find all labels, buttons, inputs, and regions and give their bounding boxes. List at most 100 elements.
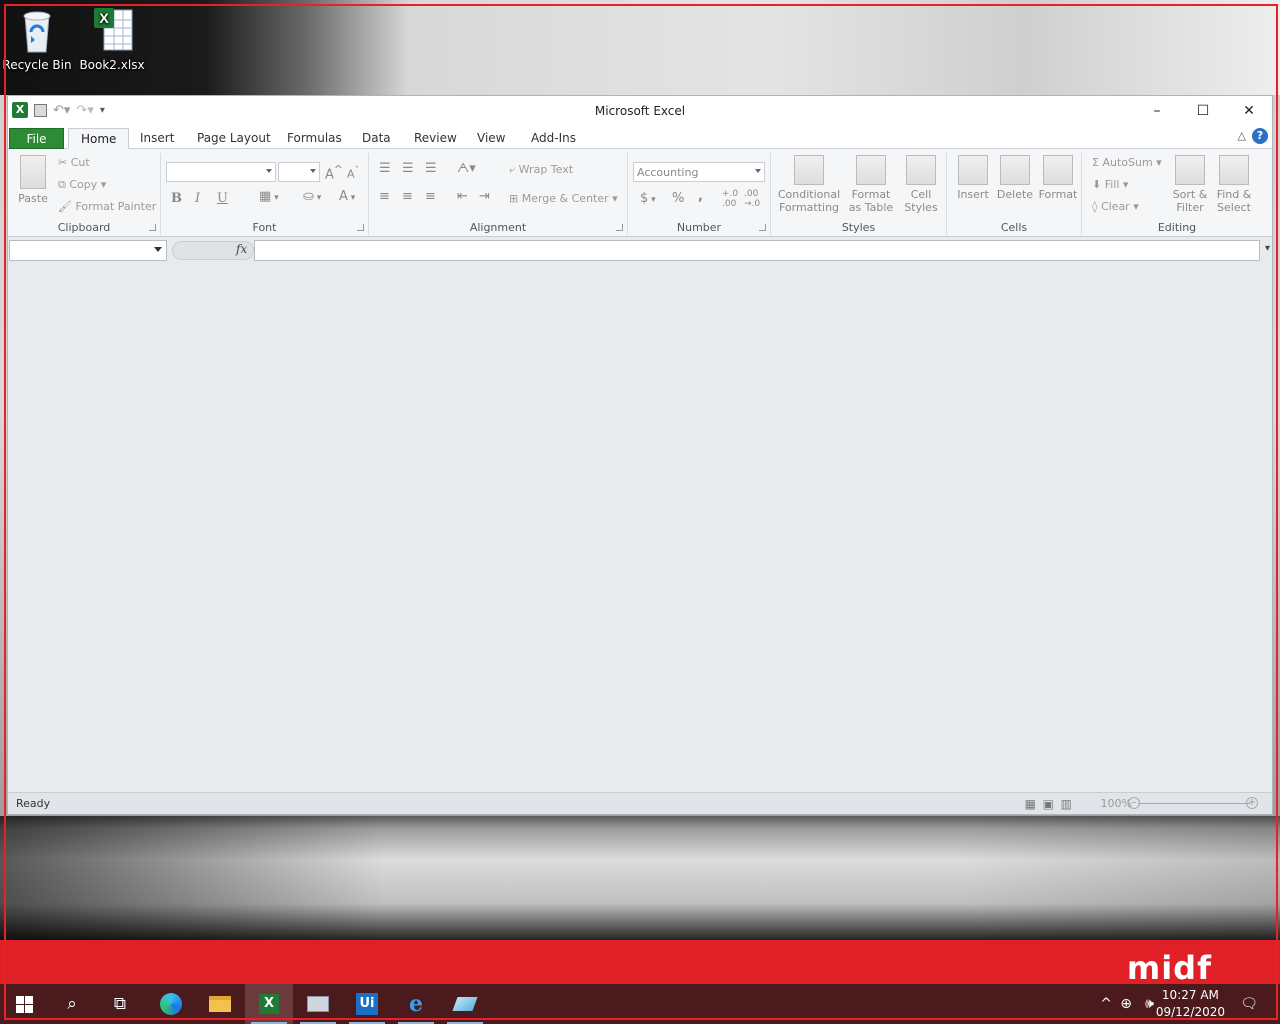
group-label: Editing: [1157, 221, 1197, 234]
taskbar-internet-explorer[interactable]: e: [392, 984, 440, 1024]
italic-button[interactable]: I: [195, 191, 200, 206]
align-left-icon[interactable]: ≡: [379, 189, 390, 204]
help-icon[interactable]: ?: [1252, 128, 1268, 144]
taskbar-uipath[interactable]: Ui: [343, 984, 391, 1024]
number-format-select[interactable]: Accounting: [633, 162, 765, 182]
grow-font-button[interactable]: A^: [325, 163, 343, 182]
format-painter-button[interactable]: 🖌 Format Painter: [58, 200, 156, 213]
format-as-table-button[interactable]: Format as Table: [845, 155, 897, 214]
tab-add-ins[interactable]: Add-Ins: [519, 128, 588, 149]
taskbar-file-explorer[interactable]: [196, 984, 244, 1024]
tab-file[interactable]: File: [9, 128, 64, 149]
align-right-icon[interactable]: ≡: [425, 189, 436, 204]
normal-view-icon[interactable]: ▦: [1025, 797, 1036, 811]
page-layout-view-icon[interactable]: ▣: [1043, 797, 1054, 811]
copy-button[interactable]: ⧉ Copy ▾: [58, 178, 106, 192]
eraser-app-icon: [452, 997, 478, 1011]
align-center-icon[interactable]: ≡: [402, 189, 413, 204]
volume-button[interactable]: 🕪: [1145, 984, 1154, 1024]
taskbar-edge[interactable]: [147, 984, 195, 1024]
find-select-button[interactable]: Find & Select: [1212, 155, 1256, 214]
orientation-icon[interactable]: ᗅ▾: [457, 161, 476, 176]
decrease-decimal-button[interactable]: .00 →.0: [744, 189, 766, 209]
fill-button[interactable]: ⬇ Fill ▾: [1092, 178, 1128, 191]
cell-styles-button[interactable]: Cell Styles: [899, 155, 943, 214]
cut-button[interactable]: ✂ Cut: [58, 156, 90, 169]
increase-indent-icon[interactable]: ⇥: [479, 189, 490, 204]
align-bottom-icon[interactable]: ☰: [425, 161, 437, 176]
paste-button[interactable]: Paste: [14, 155, 52, 205]
svg-text:X: X: [99, 10, 109, 26]
font-size-select[interactable]: [278, 162, 320, 182]
dialog-launcher-icon[interactable]: [759, 224, 766, 231]
formula-input[interactable]: [254, 240, 1260, 261]
comma-button[interactable]: ,: [698, 189, 703, 204]
maximize-button[interactable]: ☐: [1180, 96, 1226, 125]
font-name-select[interactable]: [166, 162, 276, 182]
search-button[interactable]: ⌕: [48, 984, 96, 1024]
borders-icon[interactable]: ▦ ▾: [259, 189, 279, 204]
insert-cells-icon: [958, 155, 988, 185]
delete-cells-icon: [1000, 155, 1030, 185]
tab-data[interactable]: Data: [350, 128, 403, 149]
dialog-launcher-icon[interactable]: [616, 224, 623, 231]
sort-filter-icon: [1175, 155, 1205, 185]
tab-home[interactable]: Home: [68, 128, 130, 149]
fill-color-icon[interactable]: ⛀ ▾: [303, 189, 321, 204]
alignment-group: ☰ ☰ ☰ ᗅ▾ ⤶ Wrap Text ≡ ≡ ≡ ⇤ ⇥ ⊞ Merge &…: [369, 153, 628, 235]
currency-button[interactable]: $ ▾: [640, 191, 656, 206]
zoom-in-button[interactable]: +: [1246, 797, 1258, 809]
increase-decimal-button[interactable]: +.0 .00: [722, 189, 742, 209]
format-cells-button[interactable]: Format: [1037, 155, 1079, 201]
desktop-icon-book2[interactable]: X Book2.xlsx: [77, 6, 147, 72]
sort-filter-button[interactable]: Sort & Filter: [1170, 155, 1210, 214]
wrap-text-button[interactable]: ⤶ Wrap Text: [509, 163, 573, 177]
globe-icon: ⊕: [1120, 996, 1132, 1012]
font-color-button[interactable]: A ▾: [339, 189, 355, 204]
tab-formulas[interactable]: Formulas: [275, 128, 354, 149]
expand-formula-bar-icon[interactable]: ▾: [1265, 243, 1270, 254]
minimize-ribbon-icon[interactable]: △: [1238, 129, 1246, 142]
underline-button[interactable]: U: [217, 191, 228, 206]
computer-icon: [307, 996, 329, 1012]
close-button[interactable]: ✕: [1226, 96, 1272, 125]
dialog-launcher-icon[interactable]: [149, 224, 156, 231]
delete-cells-button[interactable]: Delete: [995, 155, 1035, 201]
copy-icon: ⧉: [58, 178, 70, 191]
tab-page-layout[interactable]: Page Layout: [185, 128, 283, 149]
taskbar-app-2[interactable]: [441, 984, 489, 1024]
autosum-button[interactable]: Σ AutoSum ▾: [1092, 156, 1162, 169]
align-middle-icon[interactable]: ☰: [402, 161, 414, 176]
show-hidden-icons-button[interactable]: ^: [1100, 984, 1112, 1024]
name-box-dropdown-icon[interactable]: [154, 247, 162, 252]
insert-function-button[interactable]: fx: [236, 242, 247, 256]
merge-center-button[interactable]: ⊞ Merge & Center ▾: [509, 192, 618, 205]
format-as-table-icon: [856, 155, 886, 185]
percent-button[interactable]: %: [672, 191, 684, 206]
clear-button[interactable]: ◊ Clear ▾: [1092, 200, 1139, 213]
align-top-icon[interactable]: ☰: [379, 161, 391, 176]
bold-button[interactable]: B: [171, 191, 182, 206]
zoom-slider[interactable]: [1138, 803, 1250, 804]
task-view-button[interactable]: ⧉: [96, 984, 144, 1024]
minimize-button[interactable]: –: [1134, 96, 1180, 125]
insert-cells-button[interactable]: Insert: [953, 155, 993, 201]
conditional-formatting-button[interactable]: Conditional Formatting: [775, 155, 843, 214]
dialog-launcher-icon[interactable]: [357, 224, 364, 231]
edge-icon: [160, 993, 182, 1015]
notifications-button[interactable]: 🗨: [1240, 984, 1258, 1024]
taskbar-excel[interactable]: X: [245, 984, 293, 1024]
clock[interactable]: 10:27 AM 09/12/2020: [1156, 987, 1225, 1021]
name-box[interactable]: [9, 240, 167, 261]
desktop-icon-recycle-bin[interactable]: Recycle Bin: [2, 6, 72, 72]
shrink-font-button[interactable]: Aˇ: [347, 165, 359, 181]
excel-icon: X: [259, 994, 279, 1014]
tab-insert[interactable]: Insert: [128, 128, 186, 149]
taskbar-app[interactable]: [294, 984, 342, 1024]
start-button[interactable]: [0, 984, 48, 1024]
tab-review[interactable]: Review: [402, 128, 469, 149]
page-break-view-icon[interactable]: ▥: [1061, 797, 1072, 811]
decrease-indent-icon[interactable]: ⇤: [457, 189, 468, 204]
tab-view[interactable]: View: [465, 128, 517, 149]
network-button[interactable]: ⊕: [1120, 984, 1132, 1024]
